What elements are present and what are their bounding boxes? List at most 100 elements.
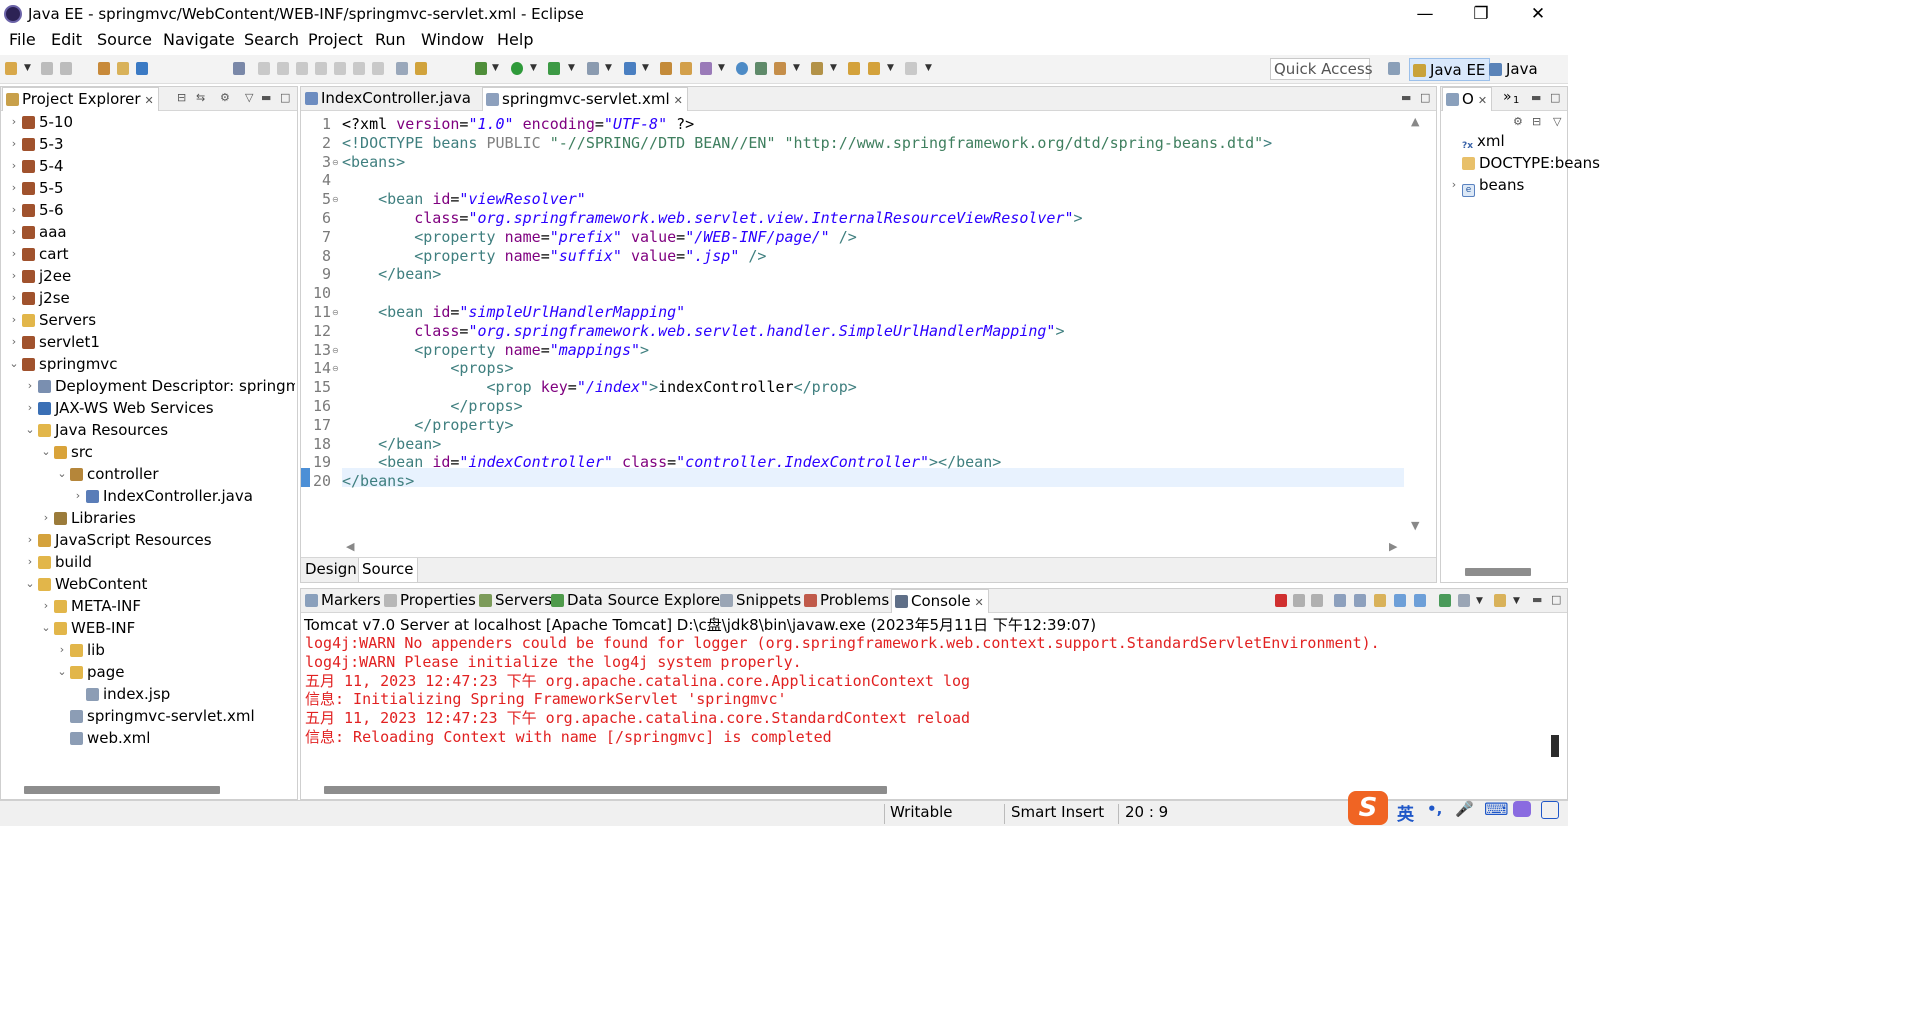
suspend-icon[interactable] <box>277 62 289 75</box>
outline-item-xml[interactable]: ?x xml <box>1462 130 1505 152</box>
scroll-down-icon[interactable]: ▼ <box>1411 519 1419 532</box>
new-folder-icon[interactable] <box>680 62 692 75</box>
sort-icon[interactable]: ⚙ <box>1513 115 1523 128</box>
back-icon[interactable] <box>868 62 880 75</box>
fold-icon[interactable]: ⊖ <box>332 346 339 355</box>
expand-icon[interactable]: › <box>8 287 20 309</box>
run-icon[interactable] <box>511 62 523 75</box>
fold-icon[interactable]: ⊖ <box>332 158 339 167</box>
tree-item[interactable]: ⌄ controller <box>57 463 158 485</box>
tree-item[interactable]: › j2ee <box>12 265 71 287</box>
vertical-scrollbar[interactable] <box>1551 735 1559 757</box>
tree-item[interactable]: › Libraries <box>44 507 136 529</box>
expand-icon[interactable]: › <box>8 111 20 133</box>
tab-source[interactable]: Source <box>358 558 418 583</box>
forward-icon[interactable] <box>905 62 917 75</box>
tree-item[interactable]: › build <box>28 551 92 573</box>
collapse-all-icon[interactable]: ⊟ <box>1532 115 1541 128</box>
maximize-view-icon[interactable]: □ <box>1420 91 1430 104</box>
ime-language-icon[interactable]: 英 <box>1397 800 1414 825</box>
expand-icon[interactable]: › <box>8 177 20 199</box>
tree-item[interactable]: › 5-10 <box>12 111 73 133</box>
overflow-tabs-icon[interactable]: » <box>1503 89 1512 105</box>
chevron-down-icon[interactable]: ▼ <box>492 63 499 73</box>
tab-index-controller-java[interactable]: IndexController.java <box>302 87 475 111</box>
tab-springmvc-servlet-xml[interactable]: springmvc-servlet.xml ✕ <box>482 87 688 111</box>
tree-item[interactable]: › 5-3 <box>12 133 64 155</box>
minimize-view-icon[interactable]: ▬ <box>261 91 271 104</box>
menu-search[interactable]: Search <box>244 30 299 49</box>
link-editor-icon[interactable]: ⇆ <box>196 91 205 104</box>
next-annotation-icon[interactable] <box>811 62 823 75</box>
tree-item[interactable]: ⌄ Java Resources <box>25 419 168 441</box>
open-type-icon[interactable] <box>98 62 110 75</box>
expand-icon[interactable]: › <box>40 595 52 617</box>
tree-item[interactable]: springmvc-servlet.xml <box>70 705 255 727</box>
collapse-icon[interactable]: ⌄ <box>56 463 68 485</box>
expand-icon[interactable]: › <box>24 375 36 397</box>
expand-icon[interactable]: › <box>56 639 68 661</box>
scroll-up-icon[interactable]: ▲ <box>1411 115 1419 128</box>
tab-project-explorer[interactable]: Project Explorer ✕ <box>2 87 159 111</box>
tree-item[interactable]: › Servers <box>12 309 96 331</box>
collapse-icon[interactable]: ⌄ <box>24 573 36 595</box>
tree-item[interactable]: ⌄ WebContent <box>25 573 147 595</box>
chevron-down-icon[interactable]: ▼ <box>887 63 894 73</box>
tab-properties[interactable]: Properties <box>381 589 480 613</box>
menu-run[interactable]: Run <box>375 30 406 49</box>
tree-item[interactable]: › 5-5 <box>12 177 64 199</box>
open-console-icon[interactable] <box>1494 594 1506 607</box>
tree-item[interactable]: › j2se <box>12 287 70 309</box>
minimize-button[interactable]: — <box>1397 2 1453 26</box>
close-icon[interactable]: ✕ <box>145 94 154 107</box>
tab-servers[interactable]: Servers <box>476 589 556 613</box>
close-icon[interactable]: ✕ <box>975 596 984 609</box>
scroll-right-icon[interactable]: ▶ <box>1389 540 1397 553</box>
scroll-lock-icon[interactable] <box>1354 594 1366 607</box>
tree-item[interactable]: ⌄ springmvc <box>9 353 117 375</box>
fold-icon[interactable]: ⊖ <box>332 195 339 204</box>
new-server-icon[interactable] <box>624 62 636 75</box>
tab-design[interactable]: Design <box>305 560 357 578</box>
maximize-view-icon[interactable]: □ <box>280 91 290 104</box>
expand-icon[interactable]: › <box>8 221 20 243</box>
external-tools-icon[interactable] <box>587 62 599 75</box>
chevron-down-icon[interactable]: ▼ <box>1476 596 1483 606</box>
tree-item[interactable]: ⌄ page <box>57 661 124 683</box>
debug-bug-icon[interactable] <box>475 62 487 75</box>
console-output[interactable]: log4j:WARN No appenders could be found f… <box>301 634 1551 779</box>
chevron-down-icon[interactable]: ▼ <box>605 63 612 73</box>
chevron-down-icon[interactable]: ▼ <box>1513 596 1520 606</box>
menu-window[interactable]: Window <box>421 30 484 49</box>
tab-snippets[interactable]: Snippets <box>717 589 805 613</box>
chevron-down-icon[interactable]: ▼ <box>568 63 575 73</box>
tree-item[interactable]: › Deployment Descriptor: springmvc <box>28 375 295 397</box>
maximize-view-icon[interactable]: □ <box>1551 593 1561 606</box>
clear-console-icon[interactable] <box>1334 594 1346 607</box>
save-all-icon[interactable] <box>60 62 72 75</box>
expand-icon[interactable]: › <box>8 265 20 287</box>
step-over-icon[interactable] <box>353 62 365 75</box>
menu-project[interactable]: Project <box>308 30 363 49</box>
new-project-icon[interactable] <box>660 62 672 75</box>
tab-markers[interactable]: Markers <box>302 589 385 613</box>
close-icon[interactable]: ✕ <box>1478 94 1487 107</box>
fold-icon[interactable]: ⊖ <box>332 308 339 317</box>
tree-item[interactable]: › IndexController.java <box>76 485 253 507</box>
expand-icon[interactable]: › <box>1448 174 1460 196</box>
open-perspective-icon[interactable] <box>1388 62 1400 75</box>
tree-item[interactable]: › servlet1 <box>12 331 100 353</box>
new-class-icon[interactable] <box>700 62 712 75</box>
close-button[interactable]: ✕ <box>1510 2 1566 26</box>
expand-icon[interactable]: › <box>8 243 20 265</box>
tree-item[interactable]: ⌄ src <box>41 441 93 463</box>
tree-item[interactable]: › JavaScript Resources <box>28 529 212 551</box>
remove-all-icon[interactable] <box>1311 594 1323 607</box>
tab-problems[interactable]: Problems <box>801 589 893 613</box>
view-menu-icon[interactable]: ⚙ <box>220 91 230 104</box>
expand-icon[interactable]: › <box>8 155 20 177</box>
toolbox-icon[interactable] <box>1541 801 1559 819</box>
skin-icon[interactable] <box>1513 801 1531 817</box>
skip-breakpoints-icon[interactable] <box>233 62 245 75</box>
show-on-stdout-icon[interactable] <box>1394 594 1406 607</box>
